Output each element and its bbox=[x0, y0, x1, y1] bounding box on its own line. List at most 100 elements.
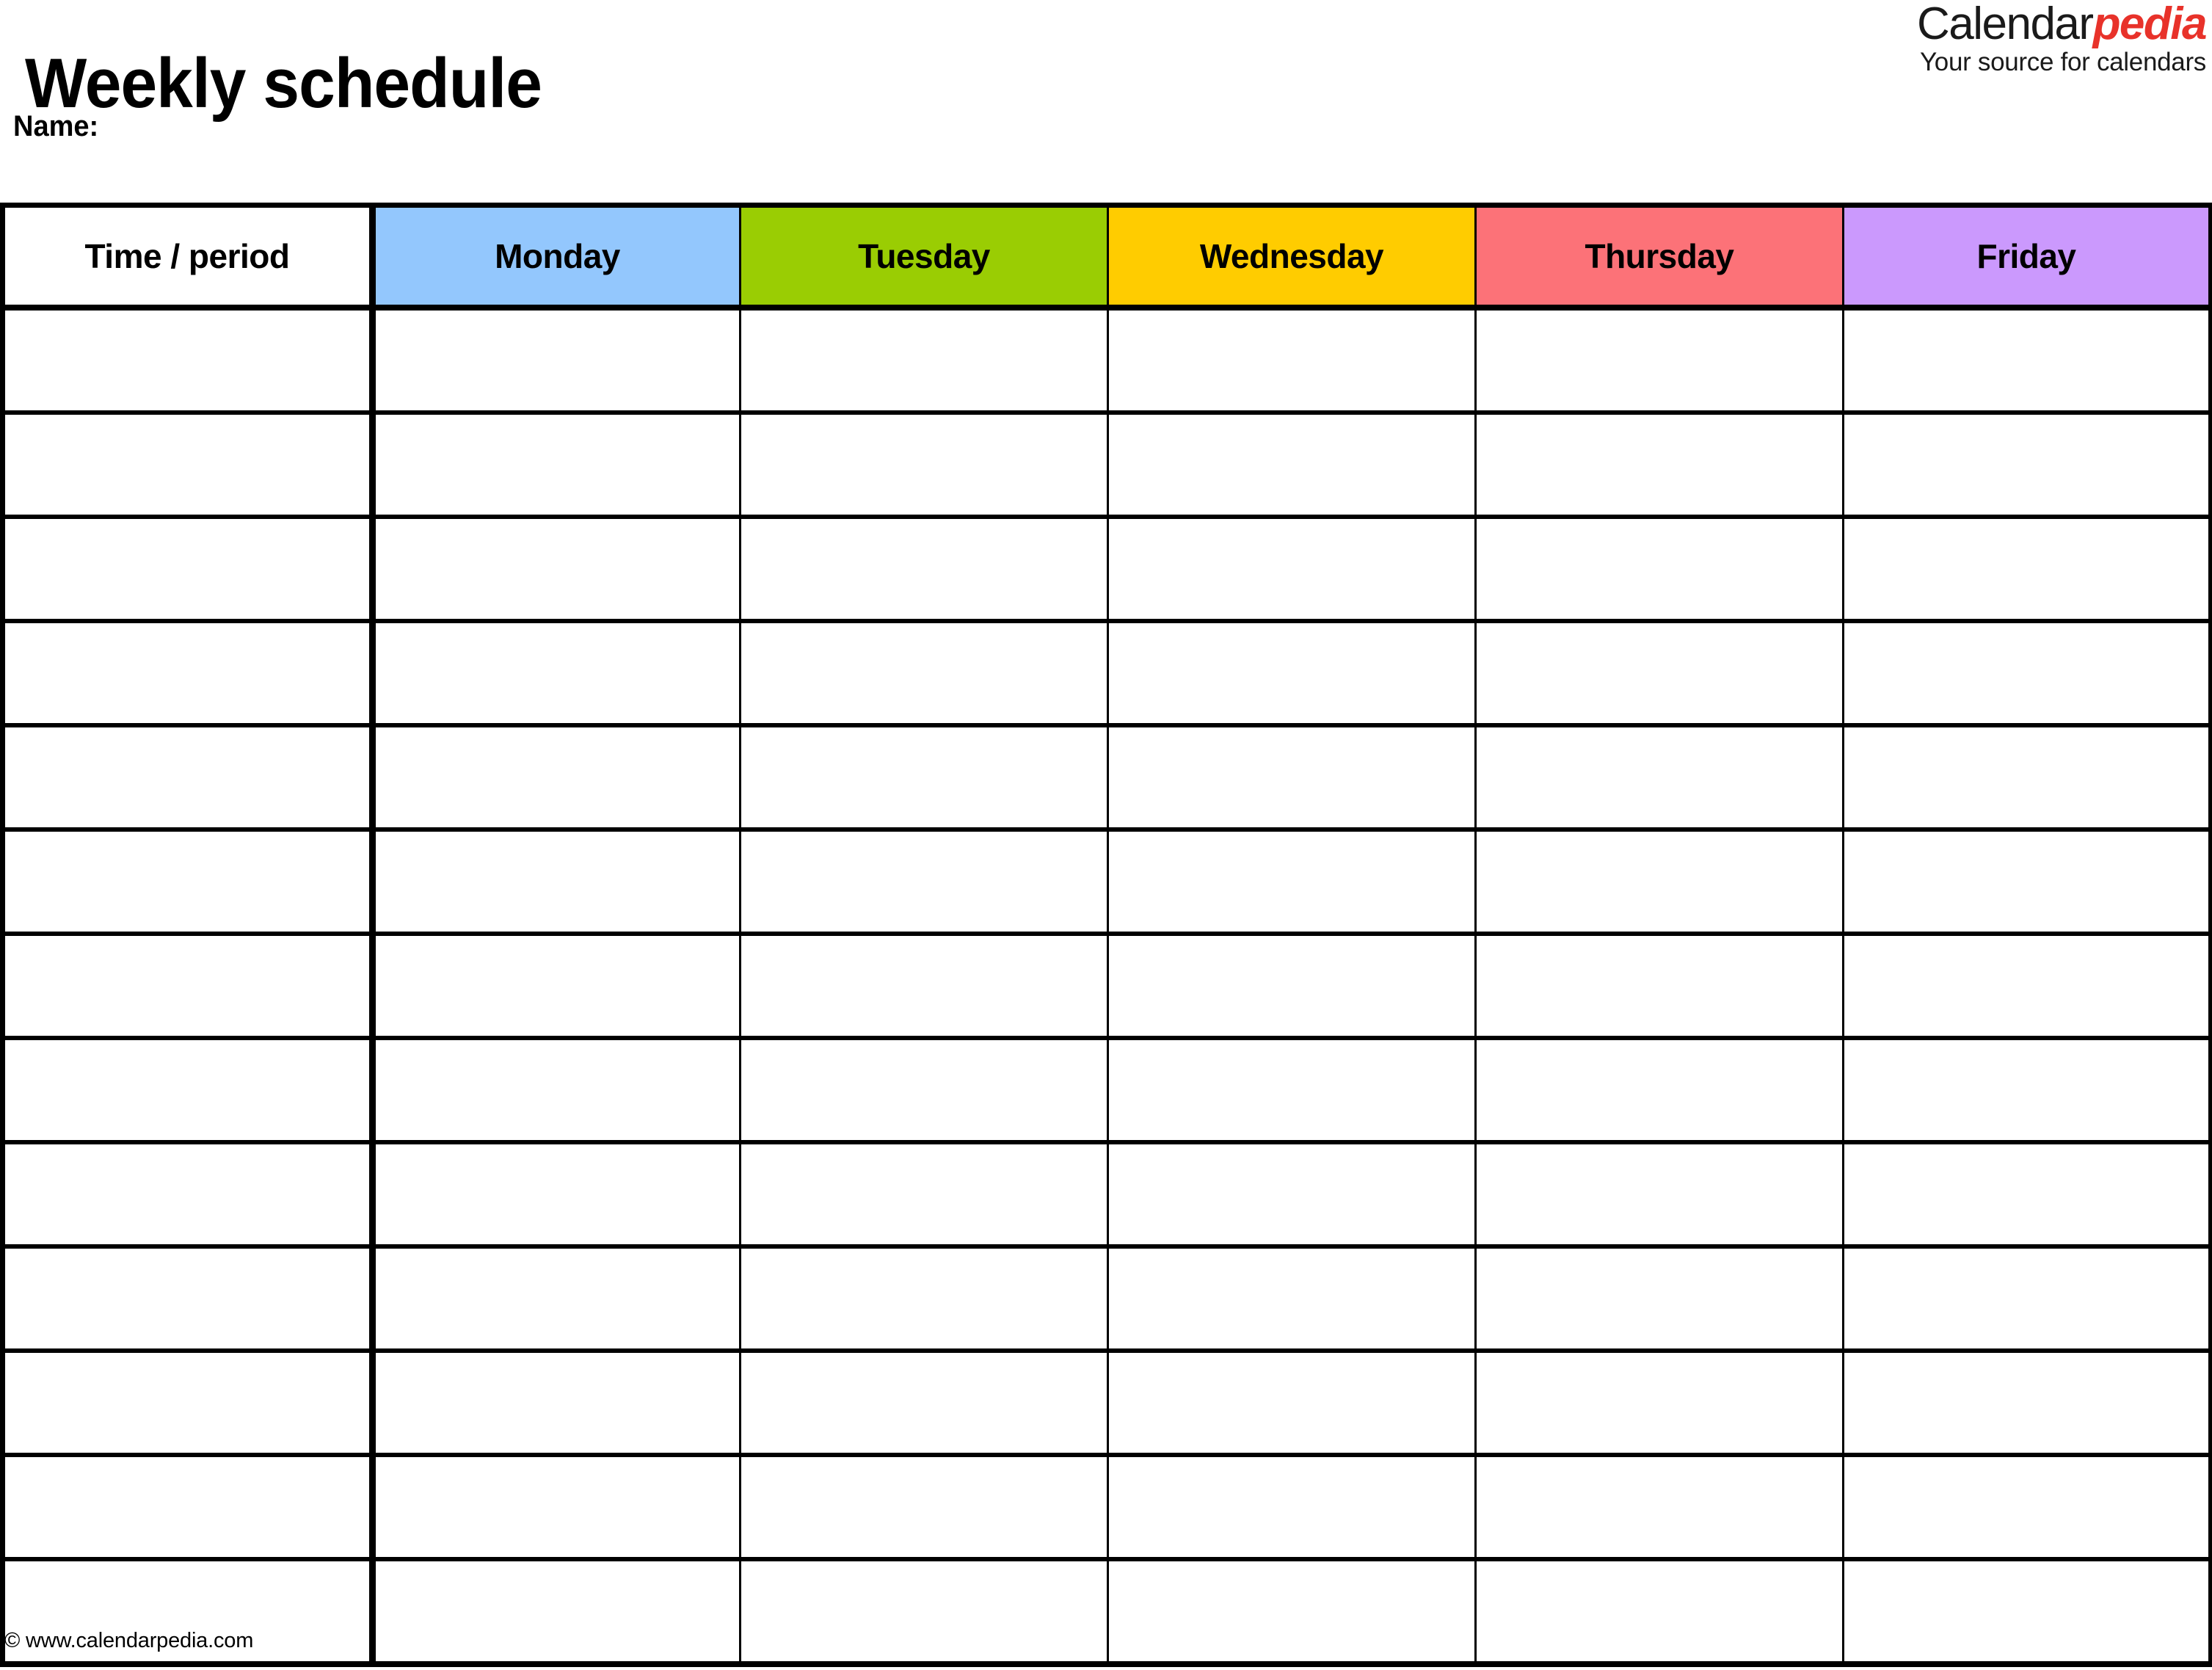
schedule-cell-entry[interactable] bbox=[1107, 517, 1477, 623]
schedule-cell-entry[interactable] bbox=[1843, 829, 2211, 936]
schedule-cell-entry[interactable] bbox=[740, 413, 1109, 519]
schedule-cell-entry[interactable] bbox=[1107, 725, 1477, 832]
schedule-cell-entry[interactable] bbox=[1843, 1142, 2211, 1249]
table-row bbox=[2, 1038, 2211, 1144]
schedule-cell-entry[interactable] bbox=[372, 1038, 741, 1144]
schedule-cell-entry[interactable] bbox=[372, 1351, 741, 1457]
schedule-cell-entry[interactable] bbox=[1107, 1351, 1477, 1457]
page-title: Weekly schedule bbox=[25, 44, 542, 123]
schedule-cell-entry[interactable] bbox=[1475, 1038, 1844, 1144]
schedule-cell-entry[interactable] bbox=[740, 1038, 1109, 1144]
schedule-cell-time[interactable] bbox=[2, 1142, 376, 1249]
column-header-thursday: Thursday bbox=[1475, 205, 1844, 311]
schedule-cell-time[interactable] bbox=[2, 829, 376, 936]
schedule-cell-entry[interactable] bbox=[740, 1455, 1109, 1561]
schedule-cell-entry[interactable] bbox=[1475, 1455, 1844, 1561]
schedule-cell-entry[interactable] bbox=[1843, 1559, 2211, 1664]
schedule-cell-entry[interactable] bbox=[1843, 517, 2211, 623]
schedule-cell-entry[interactable] bbox=[1843, 934, 2211, 1040]
schedule-cell-time[interactable] bbox=[2, 1455, 376, 1561]
schedule-cell-entry[interactable] bbox=[372, 1455, 741, 1561]
schedule-cell-time[interactable] bbox=[2, 621, 376, 727]
schedule-cell-time[interactable] bbox=[2, 1351, 376, 1457]
schedule-cell-entry[interactable] bbox=[1843, 621, 2211, 727]
schedule-cell-entry[interactable] bbox=[740, 725, 1109, 832]
schedule-cell-entry[interactable] bbox=[372, 1142, 741, 1249]
schedule-cell-entry[interactable] bbox=[1475, 725, 1844, 832]
schedule-cell-entry[interactable] bbox=[372, 413, 741, 519]
schedule-cell-entry[interactable] bbox=[740, 829, 1109, 936]
footer-copyright: © www.calendarpedia.com bbox=[4, 1629, 254, 1652]
schedule-cell-entry[interactable] bbox=[372, 1559, 741, 1664]
column-header-time-period: Time / period bbox=[2, 205, 376, 311]
schedule-cell-entry[interactable] bbox=[1107, 1038, 1477, 1144]
schedule-cell-time[interactable] bbox=[2, 725, 376, 832]
schedule-cell-entry[interactable] bbox=[1107, 1142, 1477, 1249]
schedule-cell-entry[interactable] bbox=[1843, 1038, 2211, 1144]
schedule-cell-time[interactable] bbox=[2, 1246, 376, 1353]
table-row bbox=[2, 829, 2211, 936]
schedule-cell-entry[interactable] bbox=[1843, 1351, 2211, 1457]
schedule-cell-entry[interactable] bbox=[1107, 413, 1477, 519]
schedule-cell-entry[interactable] bbox=[740, 517, 1109, 623]
table-row bbox=[2, 308, 2211, 415]
table-body bbox=[2, 308, 2211, 1664]
schedule-cell-entry[interactable] bbox=[1475, 308, 1844, 415]
logo-wordmark: Calendarpedia bbox=[1916, 0, 2208, 49]
schedule-cell-entry[interactable] bbox=[1107, 934, 1477, 1040]
schedule-cell-entry[interactable] bbox=[740, 1351, 1109, 1457]
schedule-cell-entry[interactable] bbox=[372, 829, 741, 936]
schedule-cell-entry[interactable] bbox=[1107, 308, 1477, 415]
schedule-cell-entry[interactable] bbox=[1107, 829, 1477, 936]
table-row bbox=[2, 621, 2211, 727]
schedule-cell-entry[interactable] bbox=[1475, 1246, 1844, 1353]
table-row bbox=[2, 413, 2211, 519]
schedule-cell-entry[interactable] bbox=[1107, 1455, 1477, 1561]
table-row bbox=[2, 1455, 2211, 1561]
schedule-cell-entry[interactable] bbox=[1843, 1246, 2211, 1353]
schedule-cell-entry[interactable] bbox=[372, 725, 741, 832]
logo-brand-secondary: pedia bbox=[2092, 0, 2208, 49]
schedule-cell-entry[interactable] bbox=[1475, 934, 1844, 1040]
logo-brand-primary: Calendar bbox=[1916, 0, 2094, 49]
schedule-cell-entry[interactable] bbox=[1475, 517, 1844, 623]
schedule-cell-entry[interactable] bbox=[372, 621, 741, 727]
schedule-cell-entry[interactable] bbox=[1475, 621, 1844, 727]
schedule-cell-entry[interactable] bbox=[1843, 308, 2211, 415]
schedule-cell-entry[interactable] bbox=[1475, 829, 1844, 936]
schedule-cell-time[interactable] bbox=[2, 934, 376, 1040]
schedule-cell-entry[interactable] bbox=[740, 934, 1109, 1040]
schedule-cell-entry[interactable] bbox=[372, 1246, 741, 1353]
schedule-cell-time[interactable] bbox=[2, 413, 376, 519]
table-row bbox=[2, 1142, 2211, 1249]
schedule-cell-entry[interactable] bbox=[1843, 413, 2211, 519]
schedule-cell-entry[interactable] bbox=[740, 621, 1109, 727]
calendarpedia-logo: Calendarpedia Your source for calendars bbox=[1916, 0, 2208, 77]
schedule-cell-entry[interactable] bbox=[1843, 725, 2211, 832]
schedule-cell-entry[interactable] bbox=[372, 308, 741, 415]
schedule-cell-time[interactable] bbox=[2, 517, 376, 623]
schedule-cell-entry[interactable] bbox=[1107, 1246, 1477, 1353]
schedule-cell-entry[interactable] bbox=[372, 934, 741, 1040]
schedule-cell-entry[interactable] bbox=[740, 1559, 1109, 1664]
schedule-cell-entry[interactable] bbox=[1475, 1559, 1844, 1664]
table-row bbox=[2, 1351, 2211, 1457]
schedule-cell-entry[interactable] bbox=[1475, 1142, 1844, 1249]
schedule-cell-entry[interactable] bbox=[1475, 1351, 1844, 1457]
schedule-cell-entry[interactable] bbox=[1107, 1559, 1477, 1664]
table-header-row: Time / period Monday Tuesday Wednesday T… bbox=[2, 205, 2211, 311]
schedule-cell-entry[interactable] bbox=[740, 1142, 1109, 1249]
table-row bbox=[2, 1559, 2211, 1664]
schedule-cell-time[interactable] bbox=[2, 308, 376, 415]
schedule-cell-entry[interactable] bbox=[740, 308, 1109, 415]
column-header-monday: Monday bbox=[372, 205, 741, 311]
schedule-cell-time[interactable] bbox=[2, 1038, 376, 1144]
schedule-cell-entry[interactable] bbox=[372, 517, 741, 623]
table-header: Time / period Monday Tuesday Wednesday T… bbox=[2, 205, 2211, 311]
schedule-cell-entry[interactable] bbox=[1107, 621, 1477, 727]
logo-tagline: Your source for calendars bbox=[1919, 48, 2206, 77]
schedule-cell-entry[interactable] bbox=[1475, 413, 1844, 519]
schedule-table-container: Time / period Monday Tuesday Wednesday T… bbox=[0, 203, 2212, 1667]
schedule-cell-entry[interactable] bbox=[1843, 1455, 2211, 1561]
schedule-cell-entry[interactable] bbox=[740, 1246, 1109, 1353]
